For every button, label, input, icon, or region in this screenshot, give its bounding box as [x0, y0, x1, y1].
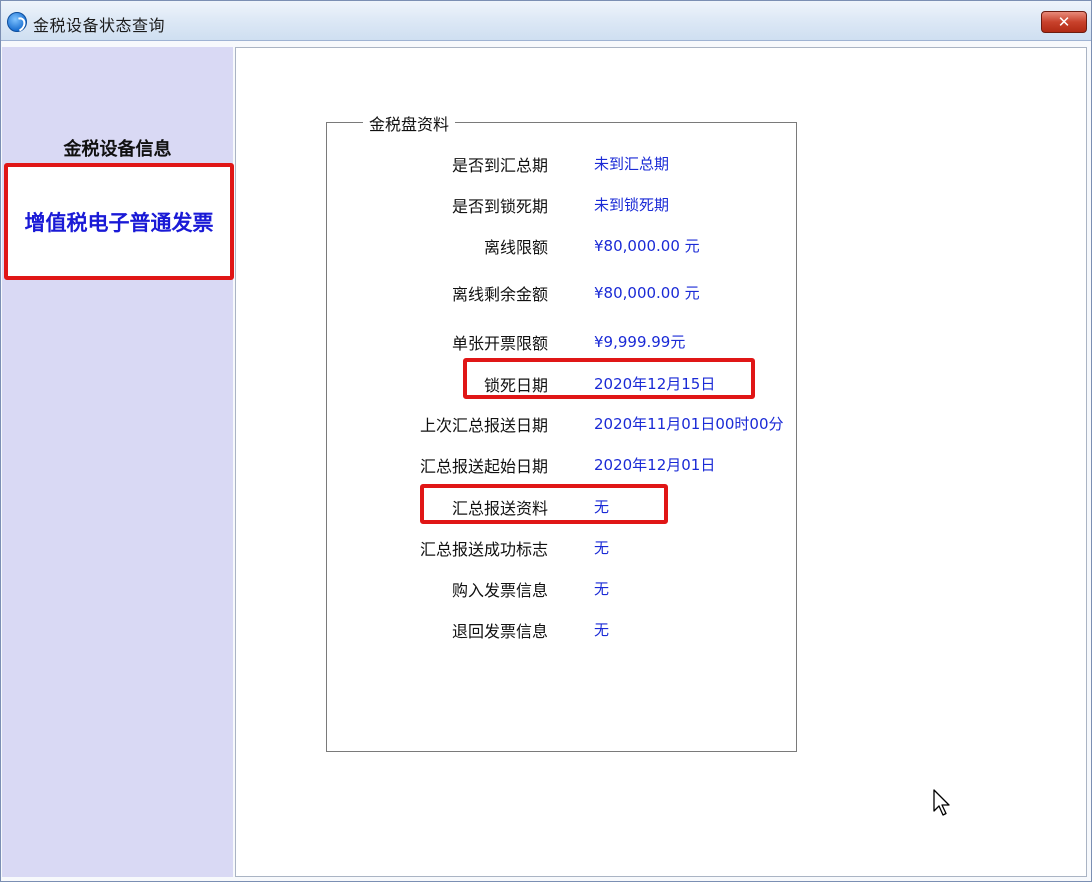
row-label: 汇总报送成功标志 — [419, 540, 548, 559]
row-label: 购入发票信息 — [451, 581, 548, 600]
sidebar-header: 金税设备信息 — [63, 139, 172, 160]
row-label: 上次汇总报送日期 — [419, 416, 548, 435]
row-value: 无 — [594, 539, 610, 557]
sidebar-item-label: 增值税电子普通发票 — [24, 210, 214, 235]
row-value: 未到锁死期 — [594, 196, 670, 214]
mouse-pointer-icon — [933, 789, 950, 816]
row-label: 离线剩余金额 — [451, 285, 548, 304]
row-label: 汇总报送起始日期 — [419, 457, 548, 476]
app-window: 金税设备状态查询 ✕ 金税设备信息 增值税电子普通发票 金税盘资料 是否到汇总期… — [0, 0, 1092, 882]
row-value: 2020年12月01日 — [594, 456, 716, 474]
app-logo-icon — [7, 12, 27, 32]
close-icon: ✕ — [1057, 13, 1071, 31]
row-value: ¥80,000.00 元 — [594, 237, 700, 255]
row-value: 2020年11月01日00时00分 — [594, 415, 784, 433]
row-value: ¥9,999.99元 — [594, 333, 686, 351]
row-value: ¥80,000.00 元 — [594, 284, 700, 302]
row-label: 是否到锁死期 — [451, 197, 548, 216]
row-label: 退回发票信息 — [451, 622, 548, 641]
highlight-lock-date — [463, 358, 755, 399]
title-bar: 金税设备状态查询 ✕ — [1, 1, 1091, 41]
row-value: 未到汇总期 — [594, 155, 670, 173]
sidebar-item-vat-e-invoice[interactable]: 增值税电子普通发票 — [4, 163, 234, 280]
row-label: 单张开票限额 — [451, 334, 548, 353]
group-legend: 金税盘资料 — [363, 111, 456, 135]
highlight-summary-report-data — [420, 484, 668, 524]
row-value: 无 — [594, 580, 610, 598]
row-label: 是否到汇总期 — [451, 156, 548, 175]
close-button[interactable]: ✕ — [1041, 11, 1087, 33]
row-value: 无 — [594, 621, 610, 639]
row-label: 离线限额 — [483, 238, 548, 257]
window-title: 金税设备状态查询 — [33, 16, 166, 35]
